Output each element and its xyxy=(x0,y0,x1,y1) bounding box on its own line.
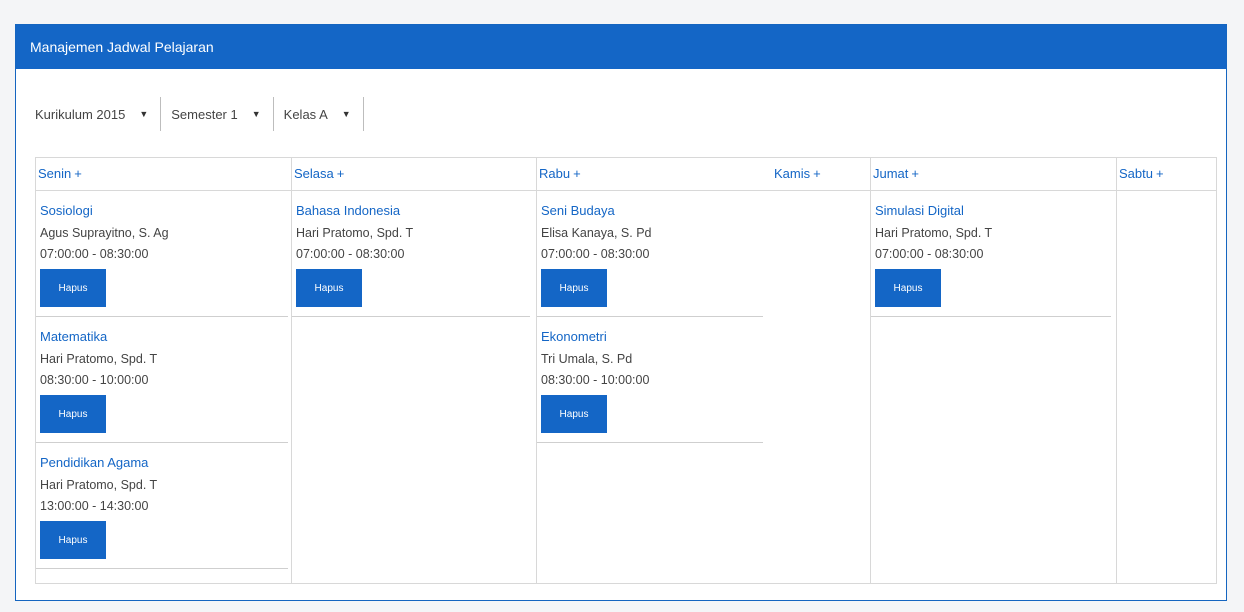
add-schedule-button-jumat[interactable]: + xyxy=(911,166,919,181)
chevron-down-icon: ▼ xyxy=(139,109,149,119)
time-range: 13:00:00 - 14:30:00 xyxy=(40,499,149,513)
schedule-panel: Manajemen Jadwal Pelajaran Kurikulum 201… xyxy=(15,24,1227,601)
teacher-name: Hari Pratomo, Spd. T xyxy=(875,226,993,240)
chevron-down-icon: ▼ xyxy=(251,109,261,119)
add-schedule-button-rabu[interactable]: + xyxy=(573,166,581,181)
day-column-sabtu: Sabtu + xyxy=(1117,158,1216,583)
teacher-name: Tri Umala, S. Pd xyxy=(541,352,633,366)
day-label: Kamis xyxy=(774,166,811,181)
subject-name: Ekonometri xyxy=(541,329,607,344)
day-header-jumat[interactable]: Jumat + xyxy=(871,158,1116,191)
schedule-grid: Senin + Sosiologi Agus Suprayitno, S. Ag … xyxy=(35,157,1217,584)
day-label: Jumat xyxy=(873,166,909,181)
day-label: Senin xyxy=(38,166,72,181)
delete-button[interactable]: Hapus xyxy=(40,269,106,307)
schedule-card: Seni Budaya Elisa Kanaya, S. Pd 07:00:00… xyxy=(537,191,763,317)
day-label: Sabtu xyxy=(1119,166,1153,181)
time-range: 07:00:00 - 08:30:00 xyxy=(875,247,984,261)
time-range: 07:00:00 - 08:30:00 xyxy=(296,247,405,261)
semester-select[interactable]: Semester 1 ▼ xyxy=(171,97,274,131)
day-header-kamis[interactable]: Kamis + xyxy=(774,158,821,190)
delete-button[interactable]: Hapus xyxy=(296,269,362,307)
filter-bar: Kurikulum 2015 ▼ Semester 1 ▼ Kelas A ▼ xyxy=(35,97,374,131)
schedule-card: Matematika Hari Pratomo, Spd. T 08:30:00… xyxy=(36,317,288,443)
subject-name: Sosiologi xyxy=(40,203,93,218)
time-range: 07:00:00 - 08:30:00 xyxy=(541,247,650,261)
delete-button[interactable]: Hapus xyxy=(40,395,106,433)
schedule-card: Pendidikan Agama Hari Pratomo, Spd. T 13… xyxy=(36,443,288,569)
subject-name: Simulasi Digital xyxy=(875,203,964,218)
schedule-card: Bahasa Indonesia Hari Pratomo, Spd. T 07… xyxy=(292,191,530,317)
schedule-card: Sosiologi Agus Suprayitno, S. Ag 07:00:0… xyxy=(36,191,288,317)
subject-name: Bahasa Indonesia xyxy=(296,203,401,218)
time-range: 07:00:00 - 08:30:00 xyxy=(40,247,149,261)
subject-name: Seni Budaya xyxy=(541,203,615,218)
curriculum-select[interactable]: Kurikulum 2015 ▼ xyxy=(35,97,162,131)
panel-title: Manajemen Jadwal Pelajaran xyxy=(16,25,1226,69)
semester-select-value: Semester 1 xyxy=(171,106,238,122)
teacher-name: Hari Pratomo, Spd. T xyxy=(40,478,158,492)
day-label: Rabu xyxy=(539,166,571,181)
day-label: Selasa xyxy=(294,166,334,181)
delete-button[interactable]: Hapus xyxy=(875,269,941,307)
subject-name: Matematika xyxy=(40,329,108,344)
curriculum-select-value: Kurikulum 2015 xyxy=(35,106,126,122)
add-schedule-button-sabtu[interactable]: + xyxy=(1156,166,1164,181)
add-schedule-button-selasa[interactable]: + xyxy=(337,166,345,181)
delete-button[interactable]: Hapus xyxy=(541,269,607,307)
time-range: 08:30:00 - 10:00:00 xyxy=(40,373,149,387)
add-schedule-button-kamis[interactable]: + xyxy=(813,166,821,181)
subject-name: Pendidikan Agama xyxy=(40,455,149,470)
delete-button[interactable]: Hapus xyxy=(40,521,106,559)
day-header-sabtu[interactable]: Sabtu + xyxy=(1117,158,1216,191)
time-range: 08:30:00 - 10:00:00 xyxy=(541,373,650,387)
class-select-value: Kelas A xyxy=(283,106,328,122)
day-header-selasa[interactable]: Selasa + xyxy=(292,158,536,191)
day-column-rabu: Rabu + Kamis + Seni Budaya Elisa Kanaya, S… xyxy=(537,158,871,583)
day-column-senin: Senin + Sosiologi Agus Suprayitno, S. Ag … xyxy=(36,158,292,583)
teacher-name: Hari Pratomo, Spd. T xyxy=(40,352,158,366)
add-schedule-button-senin[interactable]: + xyxy=(74,166,82,181)
chevron-down-icon: ▼ xyxy=(341,109,351,119)
day-header-senin[interactable]: Senin + xyxy=(36,158,291,191)
teacher-name: Hari Pratomo, Spd. T xyxy=(296,226,414,240)
teacher-name: Agus Suprayitno, S. Ag xyxy=(40,226,169,240)
delete-button[interactable]: Hapus xyxy=(541,395,607,433)
class-select[interactable]: Kelas A ▼ xyxy=(284,97,364,131)
schedule-card: Simulasi Digital Hari Pratomo, Spd. T 07… xyxy=(871,191,1111,317)
day-column-selasa: Selasa + Bahasa Indonesia Hari Pratomo, S… xyxy=(292,158,537,583)
day-column-jumat: Jumat + Simulasi Digital Hari Pratomo, Sp… xyxy=(871,158,1117,583)
schedule-card: Ekonometri Tri Umala, S. Pd 08:30:00 - 1… xyxy=(537,317,763,443)
teacher-name: Elisa Kanaya, S. Pd xyxy=(541,226,652,240)
